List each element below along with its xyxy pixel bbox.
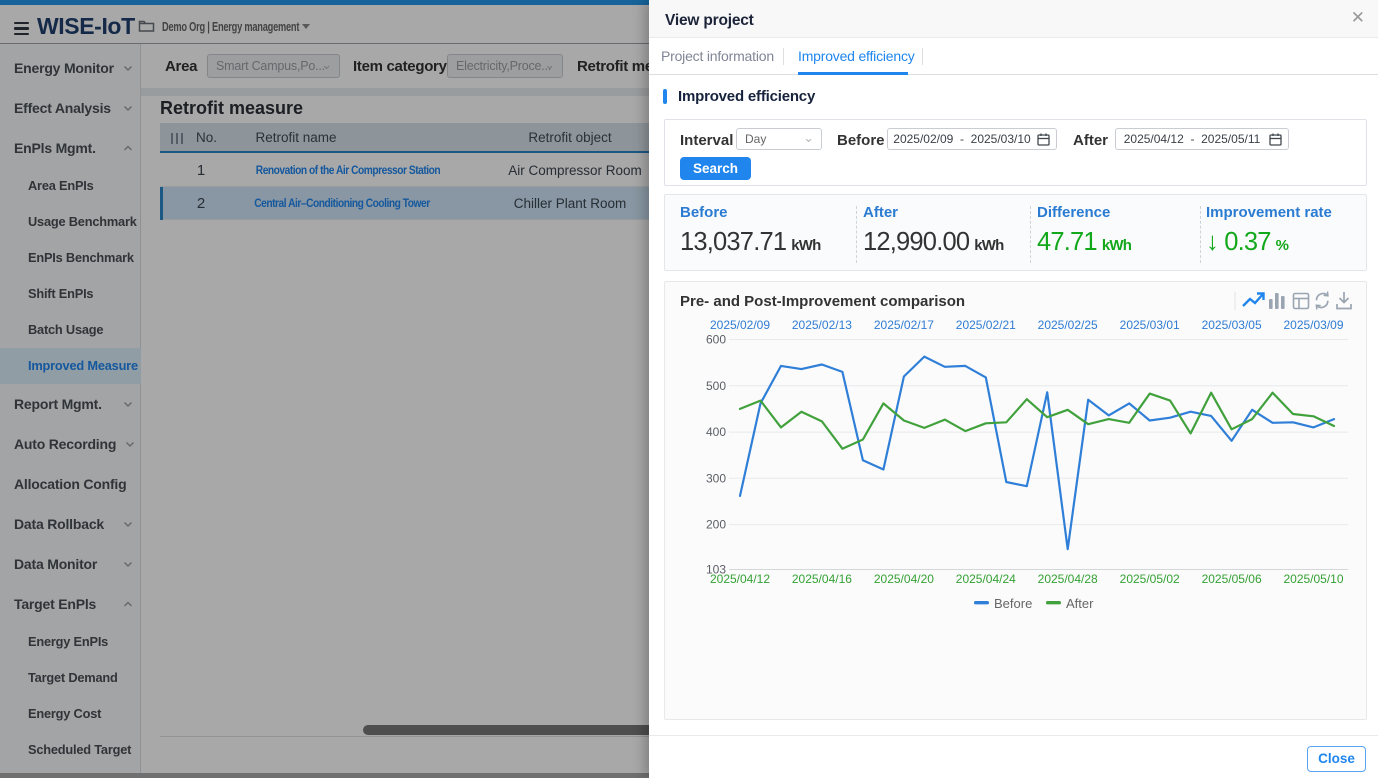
svg-text:300: 300 — [706, 471, 726, 485]
svg-text:2025/03/01: 2025/03/01 — [1120, 318, 1180, 332]
svg-text:2025/04/28: 2025/04/28 — [1038, 572, 1098, 586]
svg-text:2025/05/10: 2025/05/10 — [1283, 572, 1343, 586]
svg-text:2025/04/24: 2025/04/24 — [956, 572, 1016, 586]
svg-text:2025/03/09: 2025/03/09 — [1283, 318, 1343, 332]
svg-text:Before: Before — [994, 596, 1032, 611]
svg-text:2025/05/02: 2025/05/02 — [1120, 572, 1180, 586]
svg-text:2025/02/09: 2025/02/09 — [710, 318, 770, 332]
svg-text:600: 600 — [706, 333, 726, 347]
svg-text:500: 500 — [706, 379, 726, 393]
svg-text:400: 400 — [706, 425, 726, 439]
svg-text:2025/02/21: 2025/02/21 — [956, 318, 1016, 332]
svg-text:After: After — [1066, 596, 1094, 611]
svg-text:2025/03/05: 2025/03/05 — [1202, 318, 1262, 332]
svg-text:2025/04/20: 2025/04/20 — [874, 572, 934, 586]
svg-text:2025/04/12: 2025/04/12 — [710, 572, 770, 586]
svg-text:2025/02/13: 2025/02/13 — [792, 318, 852, 332]
svg-text:200: 200 — [706, 518, 726, 532]
svg-text:2025/04/16: 2025/04/16 — [792, 572, 852, 586]
svg-text:2025/02/17: 2025/02/17 — [874, 318, 934, 332]
svg-text:2025/02/25: 2025/02/25 — [1038, 318, 1098, 332]
svg-text:2025/05/06: 2025/05/06 — [1202, 572, 1262, 586]
